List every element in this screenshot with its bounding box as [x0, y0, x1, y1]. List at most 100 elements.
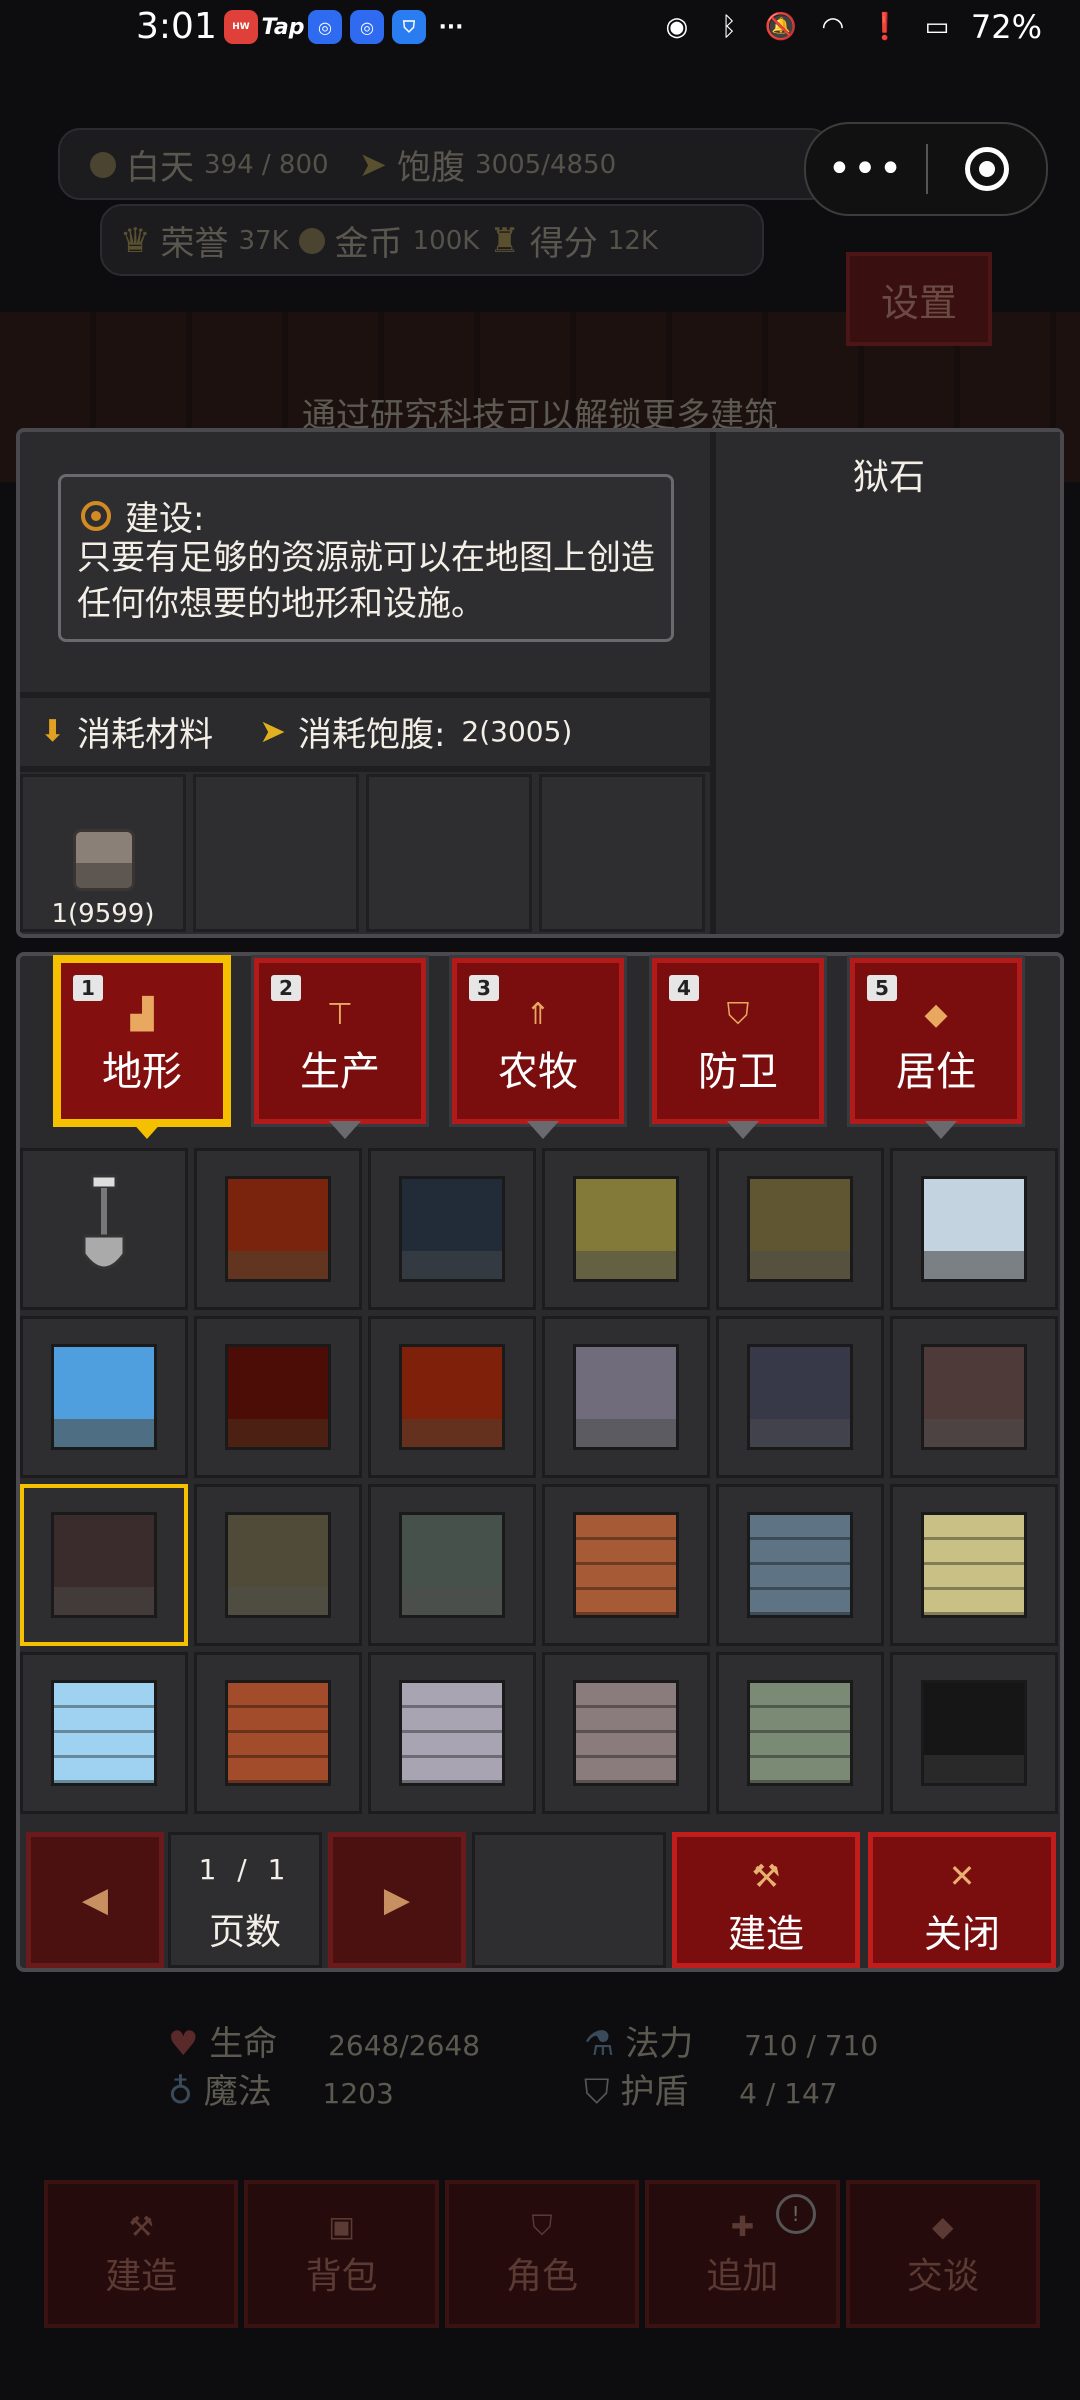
cost-satiety-value: 2(3005) [461, 714, 573, 748]
close-button[interactable]: ✕ 关闭 [868, 1832, 1056, 1968]
tab-production[interactable]: 2 ⊤ 生产 [251, 955, 429, 1139]
tile-cell-ice-brick-tile[interactable] [20, 1652, 188, 1814]
magic-stat: ♁ 魔法 1203 [168, 2064, 394, 2113]
mana-stat: ⚗ 法力 710 / 710 [584, 2016, 878, 2065]
caret-down-icon [727, 1121, 759, 1139]
carved-stone-tile-icon [747, 1344, 853, 1450]
shield-icon: ⛉ [584, 2072, 610, 2112]
cracked-dirt-tile-icon [225, 1344, 331, 1450]
prev-page-button[interactable]: ◀ [26, 1832, 164, 1968]
tile-cell-ancient-stone-tile[interactable] [194, 1484, 362, 1646]
tab-housing[interactable]: 5 ◆ 居住 [847, 955, 1025, 1139]
shovel-icon [82, 1174, 126, 1270]
tile-cell-clay-tile[interactable] [368, 1316, 536, 1478]
satiety-icon: ➤ [358, 144, 388, 185]
divider [20, 692, 712, 698]
build-title: 建设: [81, 491, 204, 540]
gold-label: 金币 [334, 224, 403, 264]
bluetooth-icon: ᛒ [721, 12, 737, 42]
score-label: 得分 [529, 224, 598, 264]
tile-cell-rose-stone-tile[interactable] [890, 1316, 1058, 1478]
tile-cell-brown-brick-tile[interactable] [542, 1484, 710, 1646]
build-title-text: 建设: [125, 499, 205, 539]
build-description-box: 建设: 只要有足够的资源就可以在地图上创造任何你想要的地形和设施。 [58, 474, 674, 642]
brown-brick-tile-icon [573, 1512, 679, 1618]
shield-label: 护盾 [620, 2072, 689, 2112]
rose-stone-tile-icon [921, 1344, 1027, 1450]
day-value: 394 / 800 [204, 149, 329, 180]
page-label: 页数 [208, 1912, 281, 1953]
tile-cell-shovel-tool[interactable] [20, 1148, 188, 1310]
caret-down-icon [527, 1121, 559, 1139]
tab-label: 防卫 [698, 1049, 778, 1095]
day-indicator: 白天 394 / 800 ➤ 饱腹 3005/4850 [90, 140, 616, 189]
tile-cell-blue-brick-tile[interactable] [716, 1484, 884, 1646]
terrain-icon: ▟ [130, 997, 154, 1032]
status-right: ◉ ᛒ 🔕 ◠ ❗ ▭ 72% [659, 8, 1042, 46]
moss-brick-tile-icon [747, 1680, 853, 1786]
tab-label: 农牧 [498, 1049, 578, 1095]
settings-button[interactable]: 设置 [846, 252, 992, 346]
tile-cell-light-stone-tile[interactable] [542, 1316, 710, 1478]
tile-cell-grey-brick-tile[interactable] [368, 1652, 536, 1814]
tab-terrain[interactable]: 1 ▟ 地形 [53, 955, 231, 1139]
miniprogram-capsule: ••• [804, 122, 1048, 216]
tab-farming[interactable]: 3 ⇑ 农牧 [449, 955, 627, 1139]
snow-tile-icon [921, 1176, 1027, 1282]
diamond-icon: ◆ [924, 997, 948, 1032]
tile-preview: 狱石 [718, 432, 1060, 934]
sun-icon [90, 151, 116, 178]
tab-defense[interactable]: 4 ⛉ 防卫 [649, 955, 827, 1139]
tile-cell-dirt-tile[interactable] [194, 1148, 362, 1310]
slate-tile-icon [399, 1176, 505, 1282]
tile-cell-mossy-sand-tile[interactable] [716, 1148, 884, 1310]
tile-grid [20, 1148, 1060, 1816]
close-miniprogram-button[interactable] [928, 147, 1046, 191]
tile-cell-ice-tile[interactable] [20, 1316, 188, 1478]
tile-cell-prison-stone-tile[interactable] [20, 1484, 188, 1646]
tile-cell-sand-brick-tile[interactable] [890, 1484, 1058, 1646]
material-slot[interactable]: 1(9599) [20, 774, 186, 932]
close-label: 关闭 [923, 1912, 1000, 1956]
tile-cell-slate-tile[interactable] [368, 1148, 536, 1310]
tab-label: 地形 [102, 1049, 182, 1095]
tile-cell-moss-brick-tile[interactable] [716, 1652, 884, 1814]
tap-app-icon: Tap [261, 14, 305, 40]
build-button[interactable]: ⚒ 建造 [672, 1832, 860, 1968]
honor-label: 荣誉 [160, 224, 229, 264]
resource-indicator: ♛ 荣誉 37K 金币 100K ♜ 得分 12K [120, 216, 658, 265]
tab-label: 居住 [896, 1049, 976, 1095]
tile-cell-sand-tile[interactable] [542, 1148, 710, 1310]
potion-icon: ⚗ [584, 2024, 615, 2064]
nav-build[interactable]: ⚒ 建造 [44, 2180, 239, 2328]
empty-slot [472, 1832, 666, 1968]
mana-label: 法力 [625, 2024, 694, 2064]
more-options-button[interactable]: ••• [806, 146, 926, 192]
battery-percent: 72% [970, 8, 1042, 46]
dark-furnace-tile-icon [921, 1680, 1027, 1786]
stone-material-icon [73, 829, 135, 891]
tile-cell-cracked-dirt-tile[interactable] [194, 1316, 362, 1478]
tile-cell-red-brick-tile[interactable] [194, 1652, 362, 1814]
red-brick-tile-icon [225, 1680, 331, 1786]
tile-cell-carved-stone-tile[interactable] [716, 1316, 884, 1478]
nav-add[interactable]: ! ✚ 追加 [645, 2180, 840, 2328]
tile-cell-snow-tile[interactable] [890, 1148, 1058, 1310]
build-label: 建造 [727, 1912, 804, 1956]
nav-character[interactable]: ⛉ 角色 [444, 2180, 640, 2328]
mossy-sand-tile-icon [747, 1176, 853, 1282]
build-controls: ◀ 1 / 1 页数 ▶ ⚒ 建造 ✕ 关闭 [20, 1832, 1060, 1968]
shield-stat: ⛉ 护盾 4 / 147 [584, 2064, 838, 2113]
crown-icon: ♛ [120, 220, 151, 261]
nav-chat[interactable]: ◆ 交谈 [845, 2180, 1041, 2328]
tile-cell-dusk-brick-tile[interactable] [542, 1652, 710, 1814]
divider [20, 766, 712, 772]
nav-character-label: 角色 [506, 2256, 579, 2297]
caret-down-icon [925, 1121, 957, 1139]
next-page-button[interactable]: ▶ [328, 1832, 466, 1968]
light-stone-tile-icon [573, 1344, 679, 1450]
tile-cell-dark-furnace-tile[interactable] [890, 1652, 1058, 1814]
tile-cell-rune-stone-tile[interactable] [368, 1484, 536, 1646]
hp-label: 生命 [209, 2024, 278, 2064]
nav-bag[interactable]: ▣ 背包 [244, 2180, 439, 2328]
